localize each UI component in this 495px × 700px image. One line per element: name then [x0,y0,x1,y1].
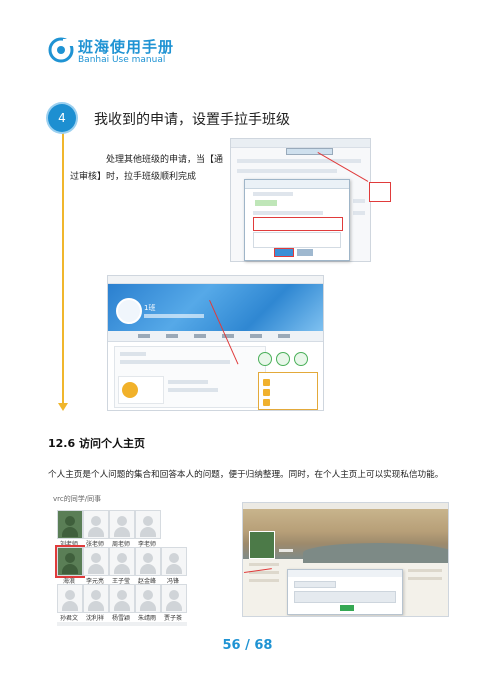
section-title: 12.6 访问个人主页 [48,437,145,450]
approval-dialog-text [253,192,293,196]
approval-options-highlight [253,217,343,231]
screenshot-class-banner: 1班 [108,284,323,331]
person-card [161,547,187,576]
screenshot-card-text [168,380,208,384]
screenshot-class-page: 1班 [107,275,324,411]
screenshot-sidebar-text [249,579,279,582]
person-card [109,510,135,539]
person-card [109,584,135,613]
class-card-avatar [122,382,138,398]
screenshot-side-text [408,569,442,572]
approval-comment-box [253,232,341,248]
page-number: 56 / 68 [222,638,273,653]
screenshot-class-tabs [108,331,323,342]
screenshot-filter-row [120,360,230,364]
step-description-line-2: 过审核】时，拉手班级顺利完成 [70,172,197,182]
person-card [83,584,109,613]
step-timeline-arrow [58,403,68,411]
private-message-recipient-field [294,581,336,588]
screenshot-side-text [408,577,442,580]
person-card [135,510,161,539]
person-card [161,584,187,613]
people-grid-title: vrc的同学/同事 [53,495,102,503]
person-card-selected [55,545,85,578]
private-message-dialog-header [288,570,402,577]
homepage-name [279,549,293,552]
approval-cancel-button [297,249,313,256]
approval-dialog-text [253,211,323,215]
homepage-avatar [249,531,275,559]
banhai-logo-icon [48,37,74,63]
screenshot-personal-homepage [242,502,449,617]
screenshot-toolbar [231,139,370,148]
step-timeline-line [62,128,64,408]
approval-class-tag [255,200,277,206]
screenshot-highlighted-tab [286,148,333,155]
screenshot-side-row [353,199,365,203]
person-name: 贾子茶 [163,615,182,622]
approval-dialog-header [245,180,349,189]
private-message-content-field [294,591,396,603]
screenshot-nav-bar [108,276,323,284]
class-avatar [116,298,142,324]
step-number-badge: 4 [48,104,76,132]
approval-dialog [244,179,350,261]
person-card [135,584,161,613]
screenshot-panel-text [120,352,146,356]
person-card [57,584,83,613]
person-card-photo [57,510,83,539]
manual-subtitle: Banhai Use manual [78,55,166,65]
status-circle [258,352,272,366]
class-name: 1班 [144,304,156,312]
section-description: 个人主页是个人问题的集合和回答本人的问题，便于归纳整理。同时，在个人主页上可以实… [48,470,444,480]
person-card [135,547,161,576]
status-circle [294,352,308,366]
screenshot-filter-row [237,169,337,173]
approval-confirm-button [274,248,294,257]
screenshot-sidebar-text [249,563,279,566]
step-description: 处理其他班级的申请，当【通 过审核】时，拉手班级顺利完成 [70,152,230,186]
private-message-send-button [340,605,354,611]
screenshot-side-row [353,211,365,215]
screenshot-banner-hills [303,543,448,563]
people-grid-more-row [57,622,187,626]
step-title: 我收到的申请，设置手拉手班级 [94,112,290,128]
person-card [83,547,109,576]
status-circle [276,352,290,366]
screenshot-approval-dialog [230,138,371,262]
screenshot-side-button-highlight [369,182,391,202]
screenshot-request-popup [258,372,318,410]
screenshot-filter-row [237,159,361,163]
private-message-dialog [287,569,403,615]
class-subtitle [144,314,204,318]
screenshot-card-text [168,388,218,392]
person-card [109,547,135,576]
step-description-line-1: 处理其他班级的申请，当【通 [106,155,224,165]
manual-title: 班海使用手册 [78,38,175,56]
person-card [83,510,109,539]
